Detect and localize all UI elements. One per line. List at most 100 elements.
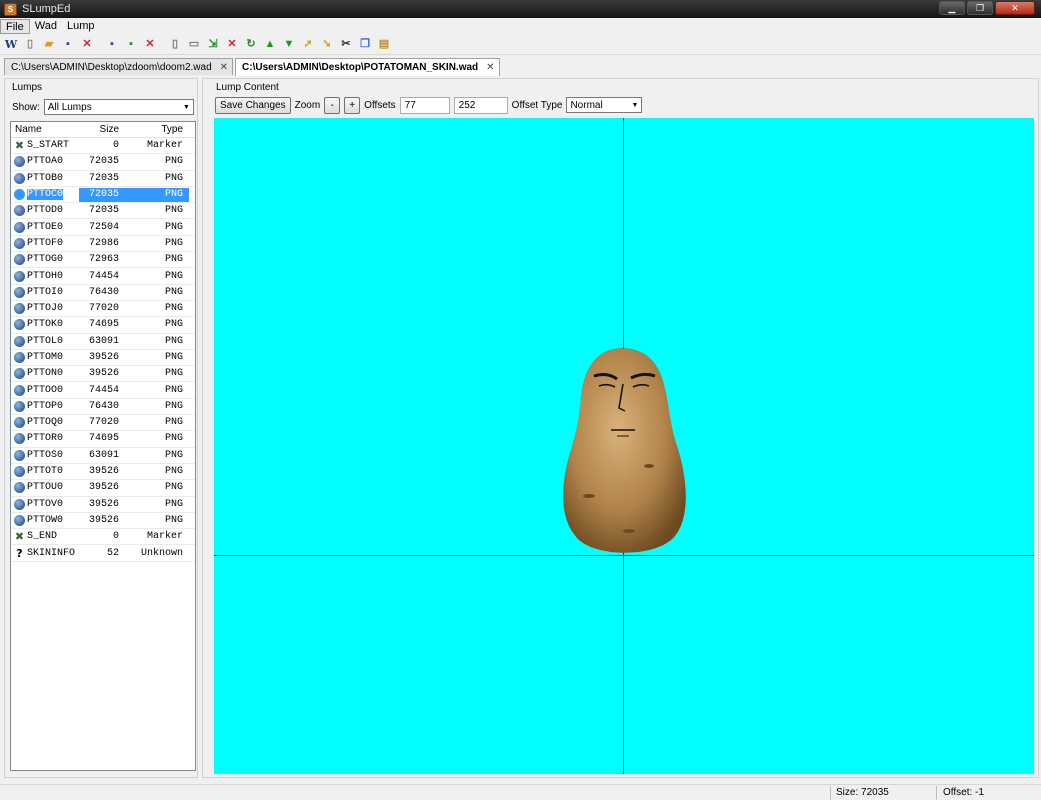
import-folder-icon[interactable]: ➚ [300, 37, 316, 53]
table-row[interactable]: PTTOB0 72035 PNG [11, 171, 195, 187]
close-file-icon[interactable]: ✕ [79, 37, 95, 53]
lump-name: PTTOU0 [27, 482, 64, 494]
png-icon [14, 433, 25, 445]
rename-lump-icon[interactable]: ↻ [243, 37, 259, 53]
table-row[interactable]: PTTOQ0 77020 PNG [11, 415, 195, 432]
save-icon[interactable]: ▪ [60, 37, 76, 53]
table-row[interactable]: PTTOE0 72504 PNG [11, 219, 195, 236]
table-row[interactable]: PTTOH0 74454 PNG [11, 268, 195, 285]
table-row[interactable]: PTTOM0 39526 PNG [11, 350, 195, 367]
sprite-canvas[interactable] [214, 118, 1034, 774]
table-row[interactable]: PTTOL0 63091 PNG [11, 334, 195, 350]
save-as-icon[interactable]: ▪ [123, 37, 139, 53]
lump-size-cell: 74454 [88, 384, 119, 396]
new-lump-icon[interactable]: ▯ [167, 37, 183, 53]
tab-potatoman-wad[interactable]: C:\Users\ADMIN\Desktop\POTATOMAN_SKIN.wa… [235, 58, 500, 76]
lump-size-cell: 74454 [88, 270, 119, 282]
show-select[interactable]: All Lumps ▼ [43, 99, 194, 115]
lump-size-cell: 76430 [88, 400, 119, 412]
copy-icon[interactable]: ❐ [357, 37, 373, 53]
offset-type-value: Normal [570, 99, 603, 111]
column-header-name[interactable]: Name [11, 124, 79, 135]
lump-size-cell: 0 [112, 531, 119, 543]
column-header-type[interactable]: Type [123, 124, 189, 135]
table-row[interactable]: PTTOO0 74454 PNG [11, 382, 195, 399]
export-folder-icon[interactable]: ➘ [319, 37, 335, 53]
lump-name: PTTOC0 [27, 189, 64, 201]
table-row[interactable]: PTTOA0 72035 PNG [11, 154, 195, 171]
offset-y-input[interactable]: 252 [453, 96, 508, 114]
move-down-icon[interactable]: ▼ [281, 37, 297, 53]
close-icon[interactable]: ✕ [486, 62, 494, 73]
table-row[interactable]: ? SKININFO 52 Unknown [11, 545, 195, 562]
zoom-in-button[interactable]: + [344, 96, 361, 114]
offset-type-select[interactable]: Normal ▼ [566, 97, 643, 113]
chevron-down-icon: ▼ [182, 103, 190, 111]
lumps-panel-title: Lumps [12, 82, 43, 93]
menu-wad[interactable]: Wad [30, 19, 62, 34]
tab-doom2-wad[interactable]: C:\Users\ADMIN\Desktop\zdoom\doom2.wad ✕ [4, 58, 234, 75]
table-row[interactable]: ✖ S_END 0 Marker [11, 529, 195, 546]
lump-name: PTTOA0 [27, 156, 64, 168]
import-lump-icon[interactable]: ⇲ [205, 37, 221, 53]
lump-name-cell: PTTOJ0 [11, 303, 79, 315]
lump-name-cell: PTTOL0 [11, 335, 79, 347]
delete-lump-icon[interactable]: ✕ [224, 37, 240, 53]
new-lump-in-folder-icon[interactable]: ▭ [186, 37, 202, 53]
minimize-button[interactable]: ▁ [939, 1, 965, 15]
new-file-icon[interactable]: ▯ [22, 37, 38, 53]
cut-icon[interactable]: ✂ [338, 37, 354, 53]
table-row[interactable]: PTTON0 39526 PNG [11, 366, 195, 383]
lump-name: PTTOT0 [27, 466, 64, 478]
unknown-icon: ? [16, 546, 23, 560]
table-row[interactable]: PTTOW0 39526 PNG [11, 513, 195, 530]
table-row[interactable]: PTTOG0 72963 PNG [11, 252, 195, 269]
lump-type-cell: PNG [164, 303, 183, 315]
lump-content-panel: Lump Content Save Changes Zoom - + Offse… [202, 78, 1039, 778]
lump-size-cell: 72504 [88, 221, 119, 233]
paste-icon[interactable]: ▤ [376, 37, 392, 53]
table-row[interactable]: PTTOC0 72035 PNG [11, 187, 195, 204]
table-row[interactable]: PTTOU0 39526 PNG [11, 480, 195, 497]
lump-size-cell: 74695 [88, 433, 119, 445]
table-row[interactable]: PTTOR0 74695 PNG [11, 431, 195, 448]
open-folder-icon[interactable]: ▰ [41, 37, 57, 53]
lump-type-cell: Marker [146, 531, 183, 543]
lump-type-cell: PNG [164, 417, 183, 429]
lump-name-cell: PTTOD0 [11, 205, 79, 217]
save-changes-button[interactable]: Save Changes [215, 96, 291, 114]
close-icon[interactable]: ✕ [220, 62, 228, 73]
table-row[interactable]: PTTOF0 72986 PNG [11, 236, 195, 253]
lump-type-cell: PNG [164, 384, 183, 396]
table-row[interactable]: PTTOJ0 77020 PNG [11, 301, 195, 318]
move-up-icon[interactable]: ▲ [262, 37, 278, 53]
table-row[interactable]: PTTOD0 72035 PNG [11, 203, 195, 220]
chevron-down-icon: ▼ [631, 101, 639, 109]
lump-type-cell: PNG [164, 498, 183, 510]
menu-lump[interactable]: Lump [62, 19, 100, 34]
table-row[interactable]: PTTOT0 39526 PNG [11, 464, 195, 481]
offset-x-input[interactable]: 77 [399, 96, 450, 114]
table-row[interactable]: PTTOI0 76430 PNG [11, 285, 195, 301]
table-row[interactable]: PTTOV0 39526 PNG [11, 497, 195, 513]
close-all-icon[interactable]: ✕ [142, 37, 158, 53]
table-row[interactable]: PTTOP0 76430 PNG [11, 399, 195, 416]
zoom-out-button[interactable]: - [324, 96, 341, 114]
column-header-size[interactable]: Size [79, 124, 123, 135]
table-row[interactable]: PTTOS0 63091 PNG [11, 448, 195, 464]
wad-icon[interactable]: W [3, 37, 19, 53]
lump-name: PTTOD0 [27, 205, 64, 217]
lump-list[interactable]: Name Size Type ✖ S_START 0 Marker PTTOA0 7203… [10, 121, 196, 771]
png-icon [14, 384, 25, 396]
show-filter: Show: All Lumps ▼ [12, 99, 194, 115]
maximize-button[interactable]: ❐ [967, 1, 993, 15]
png-icon [14, 417, 25, 429]
potato-sprite[interactable] [559, 346, 689, 558]
lump-name-cell: PTTOC0 [11, 189, 79, 201]
table-row[interactable]: PTTOK0 74695 PNG [11, 317, 195, 334]
save-wad-icon[interactable]: ▪ [104, 37, 120, 53]
close-window-button[interactable]: ✕ [995, 1, 1035, 15]
table-row[interactable]: ✖ S_START 0 Marker [11, 138, 195, 155]
show-select-value: All Lumps [47, 101, 92, 113]
menu-file[interactable]: File [0, 19, 30, 34]
